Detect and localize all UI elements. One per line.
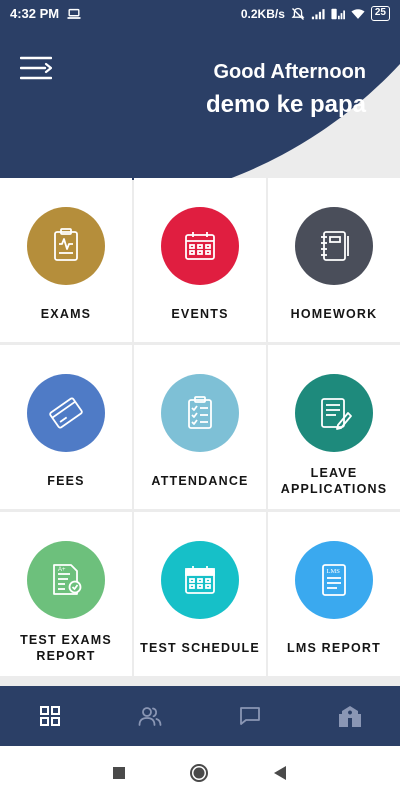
back-triangle-icon [274,766,286,780]
volte-signal-icon [331,8,345,19]
tile-lms-report[interactable]: LMS LMS REPORT [268,512,400,676]
tile-label: ATTENDANCE [151,473,249,488]
tile-label: TEST EXAMS REPORT [20,632,112,663]
mute-icon [291,7,305,20]
user-name: demo ke papa [205,91,366,118]
notebook-icon [321,231,349,261]
tile-label: FEES [47,473,85,488]
test-schedule-icon-circle [161,541,239,619]
svg-text:A+: A+ [58,567,66,573]
signal-icon [311,8,325,19]
recents-button[interactable] [112,766,126,780]
chat-icon [240,707,260,725]
feature-grid: EXAMS EVENTS HOMEWORK FEES ATTENDANCE LE… [0,178,400,676]
nav-item-chat[interactable] [200,686,300,746]
menu-icon [19,56,53,80]
header: Good Afternoon demo ke papa [0,28,400,180]
clipboard-checklist-icon [188,396,212,429]
document-edit-icon [321,398,352,430]
lms-report-icon-circle: LMS [295,541,373,619]
svg-text:LMS: LMS [327,568,341,575]
network-speed: 0.2KB/s [240,6,285,21]
tile-label: LEAVE APPLICATIONS [280,465,388,496]
wifi-icon [351,8,365,19]
status-bar: 4:32 PM 0.2KB/s 25 [0,0,400,28]
nav-item-school[interactable] [300,686,400,746]
events-icon-circle [161,207,239,285]
tile-homework[interactable]: HOMEWORK [268,178,400,342]
tile-label: LMS REPORT [287,640,381,655]
exams-icon-circle [27,207,105,285]
tile-exams[interactable]: EXAMS [0,178,132,342]
attendance-icon-circle [161,374,239,452]
back-button[interactable] [272,765,288,781]
nav-item-dashboard[interactable] [0,686,100,746]
tile-leave-applications[interactable]: LEAVE APPLICATIONS [268,345,400,509]
laptop-icon [67,8,81,19]
battery-icon: 25 [370,6,390,21]
tile-label: TEST SCHEDULE [140,640,260,655]
status-time: 4:32 PM [10,6,60,21]
report-icon: A+ [53,564,82,595]
square-icon [113,767,125,779]
schedule-calendar-icon [185,566,215,594]
fees-icon-circle [27,374,105,452]
status-left: 4:32 PM [10,6,81,21]
circle-icon [190,764,208,782]
exam-icon [54,228,78,261]
calendar-icon [185,232,215,260]
homework-icon-circle [295,207,373,285]
nav-item-users[interactable] [100,686,200,746]
users-icon [138,707,162,726]
school-icon [339,706,361,727]
home-button[interactable] [188,762,210,784]
leave-applications-icon-circle [295,374,373,452]
dashboard-grid-icon [40,706,60,726]
lms-report-icon: LMS [322,564,346,596]
credit-card-icon [49,397,83,429]
tile-label: EVENTS [171,306,229,321]
status-right: 0.2KB/s 25 [241,6,390,21]
menu-button[interactable] [19,55,53,83]
test-exams-report-icon-circle: A+ [27,541,105,619]
system-navigation-bar [0,746,400,800]
tile-events[interactable]: EVENTS [134,178,266,342]
tile-fees[interactable]: FEES [0,345,132,509]
tile-label: EXAMS [40,306,92,321]
tile-test-exams-report[interactable]: A+ TEST EXAMS REPORT [0,512,132,676]
greeting-text: Good Afternoon [213,61,366,83]
tile-label: HOMEWORK [290,306,378,321]
bottom-navigation [0,686,400,746]
tile-attendance[interactable]: ATTENDANCE [134,345,266,509]
tile-test-schedule[interactable]: TEST SCHEDULE [134,512,266,676]
